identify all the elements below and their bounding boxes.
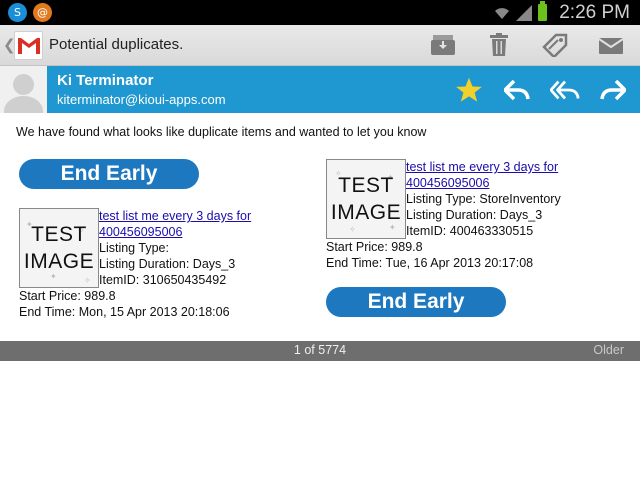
sender-name: Ki Terminator <box>57 72 154 89</box>
reply-button[interactable] <box>502 75 532 105</box>
system-tray: 2:26 PM <box>494 0 630 25</box>
listing-item: ✦ ✧ ✦ ✧ TEST IMAGE test list me every 3 … <box>19 208 309 320</box>
delete-button[interactable] <box>484 31 514 59</box>
archive-icon <box>431 35 455 55</box>
label-button[interactable] <box>540 31 570 59</box>
app-notification-icon: @ <box>33 3 52 22</box>
start-price: Start Price: 989.8 <box>326 240 423 254</box>
forward-icon <box>600 79 626 101</box>
gmail-logo-icon[interactable] <box>14 31 43 60</box>
wifi-icon <box>495 7 510 19</box>
test-image-thumbnail[interactable]: ✧ ✦ ✧ ✦ TEST IMAGE <box>326 159 406 239</box>
battery-icon <box>538 1 548 21</box>
star-button[interactable] <box>454 75 484 105</box>
avatar[interactable] <box>0 66 47 113</box>
reply-all-button[interactable] <box>550 75 580 105</box>
forward-button[interactable] <box>598 75 628 105</box>
action-bar-buttons <box>428 31 626 59</box>
message-intro: We have found what looks like duplicate … <box>16 125 427 139</box>
sender-header: Ki Terminator kiterminator@kioui-apps.co… <box>0 66 640 113</box>
archive-button[interactable] <box>428 31 458 59</box>
status-clock: 2:26 PM <box>559 1 630 23</box>
mark-unread-button[interactable] <box>596 31 626 59</box>
skype-icon: S <box>8 3 27 22</box>
thumb-text-line2: IMAGE <box>330 201 402 224</box>
status-bar: S @ 2:26 PM <box>0 0 640 25</box>
delete-icon <box>490 33 508 56</box>
listing-item: ✧ ✦ ✧ ✦ TEST IMAGE test list me every 3 … <box>326 159 616 271</box>
notification-area: S @ <box>8 3 52 22</box>
action-bar: ❮ Potential duplicates. <box>0 25 640 66</box>
message-count: 1 of 5774 <box>293 343 347 357</box>
star-icon <box>456 77 482 102</box>
pager-bar: 1 of 5774 Older <box>0 341 640 361</box>
test-image-thumbnail[interactable]: ✦ ✧ ✦ ✧ TEST IMAGE <box>19 208 99 288</box>
sender-actions <box>454 75 628 105</box>
thumb-text-line1: TEST <box>338 174 394 197</box>
thumb-text-line2: IMAGE <box>23 250 95 273</box>
sender-email: kiterminator@kioui-apps.com <box>57 92 226 107</box>
older-button[interactable]: Older <box>593 343 624 357</box>
mark-unread-icon <box>598 38 624 54</box>
reply-icon <box>504 79 530 101</box>
end-time: End Time: Mon, 15 Apr 2013 20:18:06 <box>19 305 230 319</box>
label-icon <box>542 33 568 57</box>
signal-icon <box>516 4 533 21</box>
conversation-title: Potential duplicates. <box>49 36 184 53</box>
reply-all-icon <box>550 80 580 100</box>
thumb-text-line1: TEST <box>31 223 87 246</box>
end-early-button[interactable]: End Early <box>19 159 199 189</box>
start-price: Start Price: 989.8 <box>19 289 116 303</box>
end-early-button[interactable]: End Early <box>326 287 506 317</box>
end-time: End Time: Tue, 16 Apr 2013 20:17:08 <box>326 256 534 270</box>
